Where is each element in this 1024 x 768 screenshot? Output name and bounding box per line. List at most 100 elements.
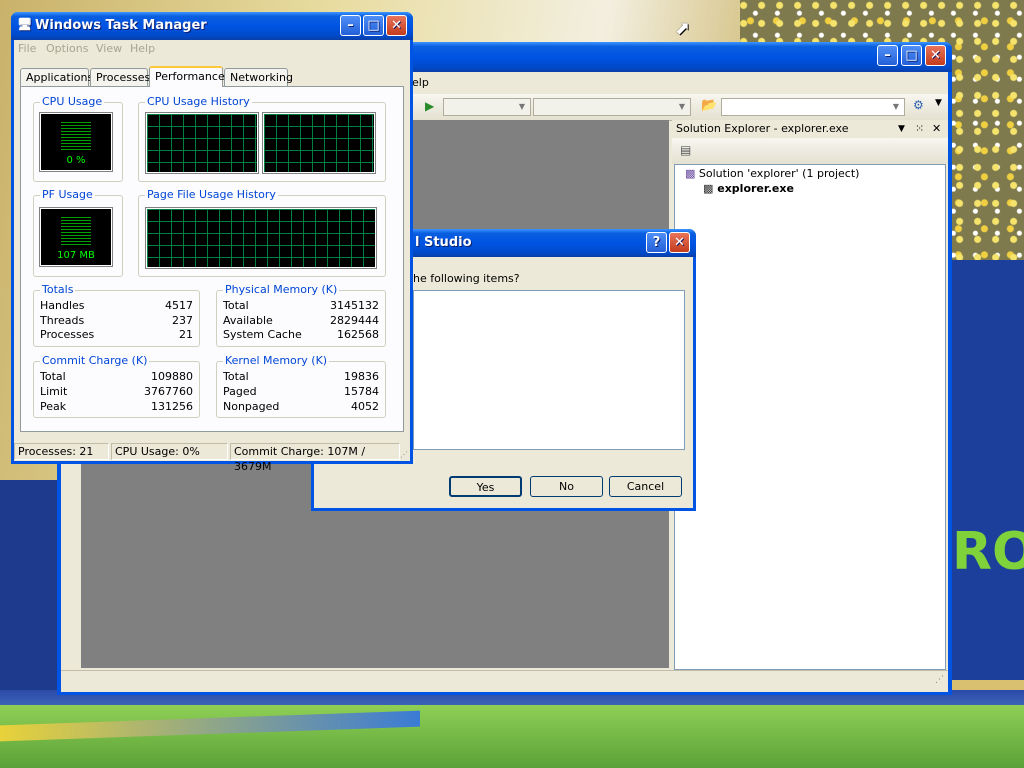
physmem-available-row: Available 2829444 <box>223 314 379 329</box>
stat-value: 131256 <box>151 400 193 413</box>
vs-close-button[interactable]: ✕ <box>925 45 946 66</box>
stat-key: Peak <box>40 400 67 413</box>
tm-title-bar[interactable]: 🖥 Windows Task Manager – □ ✕ <box>11 12 413 40</box>
totals-processes-row: Processes 21 <box>40 328 193 343</box>
menu-help[interactable]: Help <box>130 42 155 55</box>
pf-meter: 107 MB <box>39 207 113 267</box>
solution-tree: ▩ Solution 'explorer' (1 project) ▩ expl… <box>674 164 946 670</box>
kernel-nonpaged-row: Nonpaged 4052 <box>223 400 379 415</box>
tm-status-bar: Processes: 21 CPU Usage: 0% Commit Charg… <box>14 441 410 473</box>
tab-performance[interactable]: Performance <box>149 66 225 87</box>
start-debug-icon[interactable]: ▶ <box>425 99 434 113</box>
stat-value: 162568 <box>337 328 379 341</box>
kernel-paged-row: Paged 15784 <box>223 385 379 400</box>
help-button[interactable]: ? <box>646 232 667 253</box>
stat-value: 19836 <box>344 370 379 383</box>
totals-handles-row: Handles 4517 <box>40 299 193 314</box>
stat-value: 4517 <box>165 299 193 312</box>
vs-status-bar: ⋰ <box>61 670 948 692</box>
properties-icon[interactable]: ▤ <box>680 143 691 157</box>
stat-value: 21 <box>179 328 193 341</box>
mouse-cursor-icon: ⬈ <box>675 18 691 39</box>
stat-key: Paged <box>223 385 257 398</box>
stat-key: Handles <box>40 299 85 312</box>
wallpaper-grass <box>0 705 1024 768</box>
cpu-meter-bars <box>61 120 91 150</box>
tree-item-project[interactable]: ▩ explorer.exe <box>703 182 794 195</box>
task-manager-window: 🖥 Windows Task Manager – □ ✕ File Option… <box>11 12 413 473</box>
stat-key: System Cache <box>223 328 302 341</box>
platform-combo[interactable]: ▼ <box>533 98 691 116</box>
toolbar-overflow-icon[interactable]: ▼ <box>935 98 942 108</box>
cpu-meter: 0 % <box>39 112 113 172</box>
status-cpu-usage: CPU Usage: 0% <box>111 443 228 460</box>
resize-grip-icon[interactable]: ⋰ <box>935 675 944 685</box>
vs-maximize-button[interactable]: □ <box>901 45 922 66</box>
cpu-history-label: CPU Usage History <box>145 95 252 108</box>
physical-memory-group: Physical Memory (K) Total 3145132 Availab… <box>216 283 386 347</box>
wallpaper-banner-right: RO <box>950 260 1024 680</box>
stat-value: 3145132 <box>330 299 379 312</box>
pf-usage-group: PF Usage 107 MB <box>33 188 123 277</box>
stat-value: 3767760 <box>144 385 193 398</box>
tab-networking[interactable]: Networking <box>224 68 293 86</box>
wallpaper-banner-text: RO <box>952 522 1024 582</box>
pf-usage-value: 107 MB <box>57 250 95 261</box>
config-combo[interactable]: ▼ <box>443 98 531 116</box>
stat-key: Total <box>223 299 249 312</box>
menu-file[interactable]: File <box>18 42 36 55</box>
tm-client-area: File Options View Help Applications Proc… <box>14 40 410 473</box>
find-in-files-icon[interactable]: 📂 <box>701 98 717 113</box>
solution-explorer-toolbar: ▤ <box>672 138 948 164</box>
solution-explorer-header: Solution Explorer - explorer.exe ▼ ⁙ ✕ <box>672 120 948 138</box>
panel-dropdown-icon[interactable]: ▼ <box>898 120 905 138</box>
tree-item-solution[interactable]: ▩ Solution 'explorer' (1 project) <box>685 167 859 180</box>
menu-options[interactable]: Options <box>46 42 88 55</box>
pf-meter-bars <box>61 215 91 245</box>
stat-key: Total <box>223 370 249 383</box>
totals-threads-row: Threads 237 <box>40 314 193 329</box>
find-combo[interactable]: ▼ <box>721 98 905 116</box>
tm-minimize-button[interactable]: – <box>340 15 361 36</box>
cpu-history-graph-core1 <box>145 112 259 174</box>
stat-value: 237 <box>172 314 193 327</box>
items-list[interactable] <box>413 290 685 450</box>
dialog-close-button[interactable]: ✕ <box>669 232 690 253</box>
tm-title: Windows Task Manager <box>35 18 207 33</box>
menu-help[interactable]: elp <box>412 76 429 89</box>
stat-key: Nonpaged <box>223 400 280 413</box>
tree-item-project-label: explorer.exe <box>717 182 794 195</box>
stat-key: Total <box>40 370 66 383</box>
solution-explorer-panel: Solution Explorer - explorer.exe ▼ ⁙ ✕ ▤… <box>672 120 948 670</box>
pin-icon[interactable]: ⁙ <box>915 120 924 138</box>
solution-icon: ▩ <box>685 167 696 180</box>
tab-processes[interactable]: Processes <box>90 68 150 86</box>
panel-close-icon[interactable]: ✕ <box>932 120 941 138</box>
find-icon[interactable]: ⚙ <box>913 98 924 112</box>
wallpaper-banner-left <box>0 480 60 690</box>
pf-usage-label: PF Usage <box>40 188 95 201</box>
vs-minimize-button[interactable]: – <box>877 45 898 66</box>
physical-memory-label: Physical Memory (K) <box>223 283 340 296</box>
cpu-usage-label: CPU Usage <box>40 95 105 108</box>
stat-key: Available <box>223 314 273 327</box>
totals-group: Totals Handles 4517 Threads 237 Processes 2… <box>33 283 200 347</box>
yes-button[interactable]: Yes <box>449 476 522 497</box>
cancel-button[interactable]: Cancel <box>609 476 682 497</box>
totals-label: Totals <box>40 283 76 296</box>
stat-key: Processes <box>40 328 95 341</box>
commit-limit-row: Limit 3767760 <box>40 385 193 400</box>
tree-item-solution-label: Solution 'explorer' (1 project) <box>698 167 860 180</box>
chevron-down-icon: ▼ <box>678 102 686 111</box>
tab-applications[interactable]: Applications <box>20 68 93 86</box>
resize-grip-icon[interactable]: ⋰ <box>400 445 408 465</box>
chevron-down-icon: ▼ <box>518 102 526 111</box>
dialog-title: l Studio <box>415 235 472 250</box>
no-button[interactable]: No <box>530 476 603 497</box>
menu-view[interactable]: View <box>96 42 122 55</box>
stat-value: 2829444 <box>330 314 379 327</box>
tm-close-button[interactable]: ✕ <box>386 15 407 36</box>
tm-maximize-button[interactable]: □ <box>363 15 384 36</box>
stat-key: Threads <box>40 314 85 327</box>
chevron-down-icon: ▼ <box>892 102 900 111</box>
